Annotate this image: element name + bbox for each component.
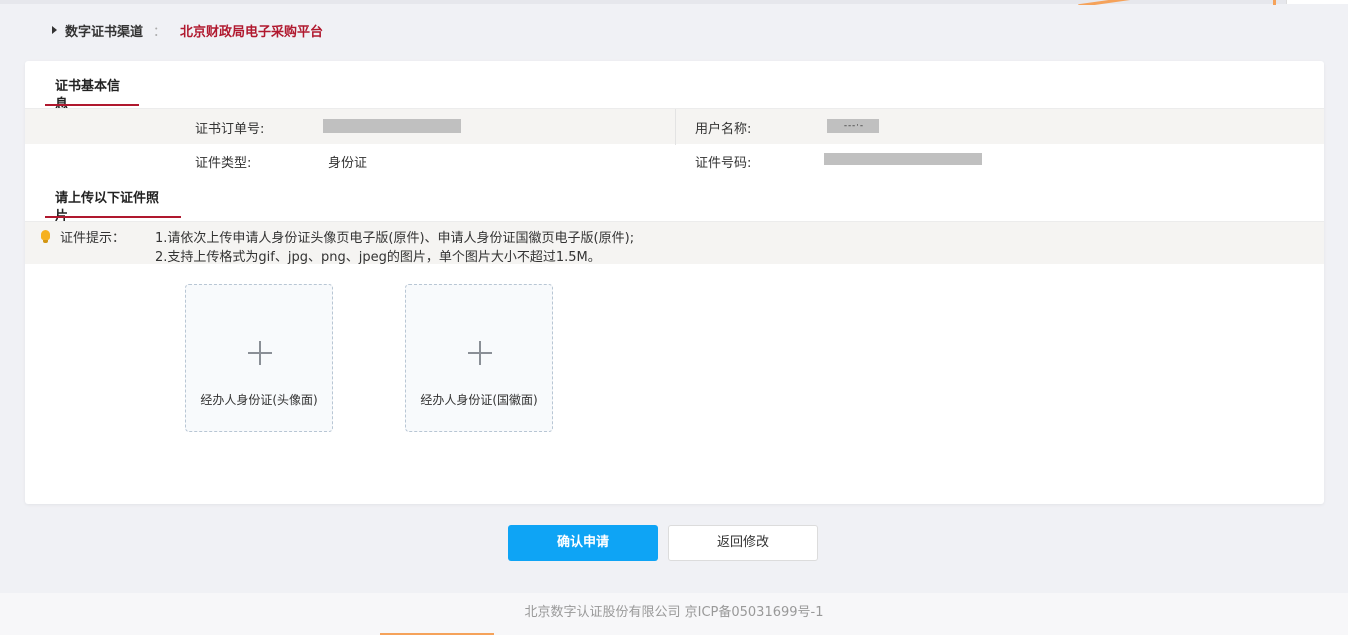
id-no-label: 证件号码:	[695, 156, 752, 171]
lightbulb-icon	[41, 230, 50, 243]
top-decoration	[1068, 0, 1348, 5]
user-name-value-redacted: - - - · -	[827, 119, 879, 133]
upload-caption: 经办人身份证(头像面)	[200, 393, 318, 407]
section-title: 请上传以下证件照片	[55, 191, 160, 224]
section-cert-info: 证书基本信息	[45, 78, 139, 112]
back-button[interactable]: 返回修改	[668, 525, 818, 561]
section-upload: 请上传以下证件照片	[45, 190, 181, 224]
user-name-label: 用户名称:	[695, 122, 752, 137]
breadcrumb-platform[interactable]: 北京财政局电子采购平台	[180, 21, 323, 40]
breadcrumb: 数字证书渠道 ： 北京财政局电子采购平台	[52, 20, 323, 40]
plus-icon	[468, 341, 492, 365]
footer-text: 北京数字认证股份有限公司 京ICP备05031699号-1	[524, 605, 824, 620]
info-row-1: 证书订单号: 用户名称: - - - · -	[25, 108, 1324, 145]
breadcrumb-separator: ：	[153, 24, 167, 40]
upload-front-button[interactable]: 经办人身份证(头像面)	[185, 284, 333, 432]
caret-right-icon	[52, 26, 57, 34]
upload-caption: 经办人身份证(国徽面)	[420, 393, 538, 407]
hint-line-2: 2.支持上传格式为gif、jpg、png、jpeg的图片，单个图片大小不超过1.…	[155, 250, 601, 265]
footer: 北京数字认证股份有限公司 京ICP备05031699号-1	[0, 593, 1348, 635]
hint-row: 证件提示： 1.请依次上传申请人身份证头像页电子版(原件)、申请人身份证国徽页电…	[25, 221, 1324, 265]
row-divider	[675, 109, 676, 145]
main-card: 证书基本信息 证书订单号: 用户名称: - - - · - 证件类型: 身份证 …	[25, 61, 1324, 504]
id-type-value: 身份证	[328, 156, 368, 171]
plus-icon	[248, 341, 272, 365]
order-no-value-redacted	[323, 119, 461, 133]
section-underline	[45, 216, 181, 218]
id-type-label: 证件类型:	[195, 156, 252, 171]
breadcrumb-channel: 数字证书渠道	[65, 24, 144, 40]
order-no-label: 证书订单号:	[195, 122, 265, 137]
upload-back-button[interactable]: 经办人身份证(国徽面)	[405, 284, 553, 432]
hint-label: 证件提示：	[60, 231, 126, 246]
confirm-button[interactable]: 确认申请	[508, 525, 658, 561]
hint-line-1: 1.请依次上传申请人身份证头像页电子版(原件)、申请人身份证国徽页电子版(原件)…	[155, 231, 635, 246]
id-no-value-redacted	[824, 153, 982, 165]
section-underline	[45, 104, 139, 106]
